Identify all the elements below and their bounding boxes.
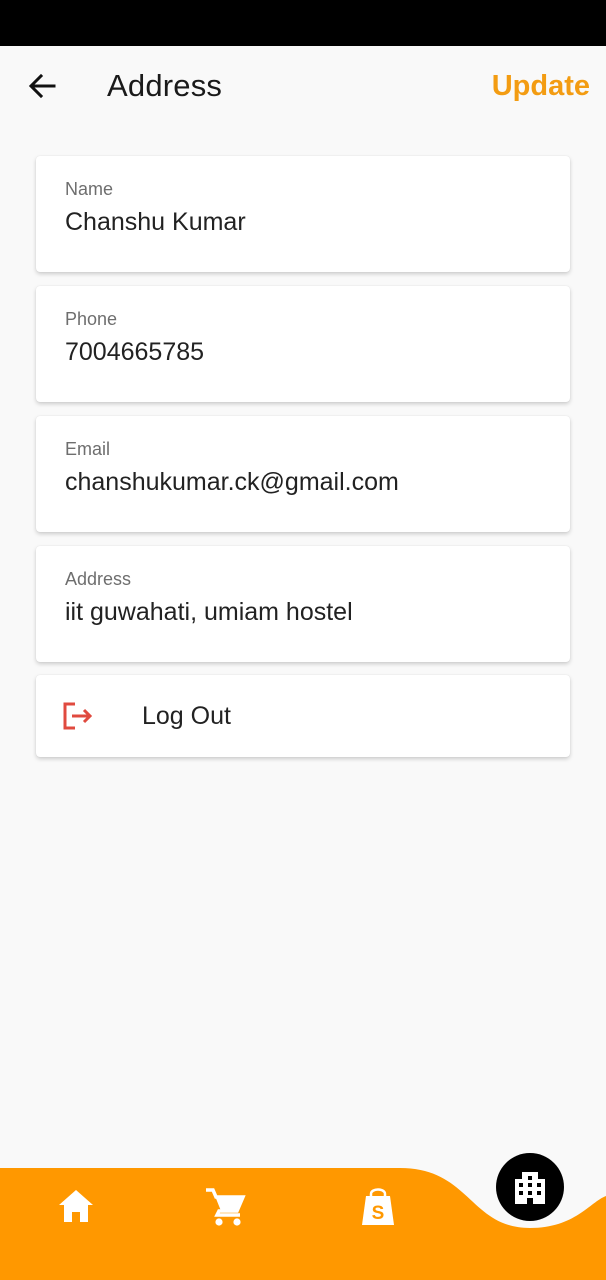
email-field-card[interactable]: Email chanshukumar.ck@gmail.com	[36, 416, 570, 532]
building-icon	[515, 1172, 545, 1204]
cart-icon	[206, 1188, 246, 1226]
address-label: Address	[65, 569, 132, 589]
nav-shop[interactable]: S	[358, 1185, 398, 1229]
home-icon	[59, 1190, 93, 1222]
email-label: Email	[65, 439, 111, 459]
shopify-bag-icon: S	[362, 1188, 394, 1225]
name-value: Chanshu Kumar	[65, 208, 246, 236]
address-field-card[interactable]: Address iit guwahati, umiam hostel	[36, 546, 570, 662]
logout-button[interactable]: Log Out	[36, 675, 570, 757]
status-bar	[0, 0, 606, 46]
phone-field-card[interactable]: Phone 7004665785	[36, 286, 570, 402]
logout-label: Log Out	[142, 702, 231, 730]
logout-icon	[63, 702, 93, 730]
name-field-card[interactable]: Name Chanshu Kumar	[36, 156, 570, 272]
update-button[interactable]: Update	[492, 70, 590, 103]
nav-home[interactable]	[55, 1185, 97, 1227]
page-title: Address	[107, 68, 223, 103]
arrow-back-icon	[28, 73, 56, 99]
nav-cart[interactable]	[203, 1185, 247, 1229]
back-button[interactable]	[22, 68, 62, 104]
app-bar: Address Update	[0, 46, 606, 126]
phone-value: 7004665785	[65, 338, 205, 366]
address-value: iit guwahati, umiam hostel	[65, 598, 353, 626]
phone-label: Phone	[65, 309, 118, 329]
email-value: chanshukumar.ck@gmail.com	[65, 468, 399, 496]
svg-text:S: S	[372, 1203, 385, 1224]
nav-building-active[interactable]	[496, 1153, 564, 1221]
name-label: Name	[65, 179, 114, 199]
